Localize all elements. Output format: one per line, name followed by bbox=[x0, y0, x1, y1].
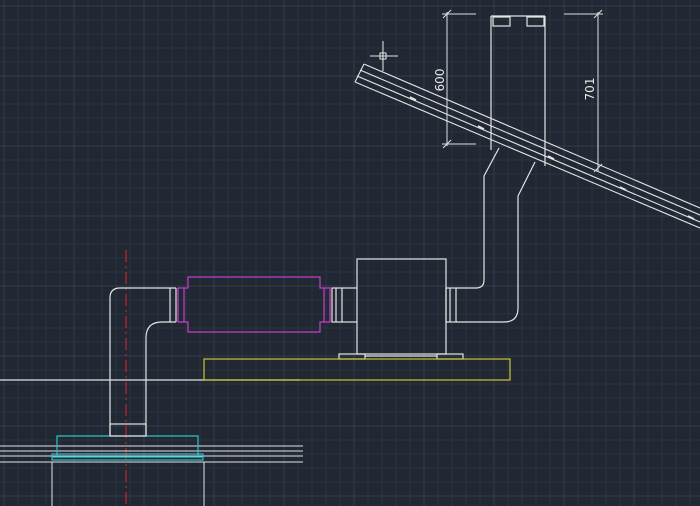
drawing-grid bbox=[0, 0, 700, 506]
lower-slab-lines bbox=[0, 445, 303, 506]
cad-drawing-canvas[interactable]: 600 701 bbox=[0, 0, 700, 506]
fan-unit bbox=[331, 258, 464, 360]
flexible-duct bbox=[177, 276, 331, 333]
duct-elbow bbox=[109, 287, 177, 437]
dimension-701-label: 701 bbox=[583, 78, 597, 101]
dimension-600-label: 600 bbox=[433, 69, 447, 92]
dimension-600 bbox=[442, 9, 476, 149]
crosshair-pickbox-icon bbox=[370, 41, 398, 71]
cad-model-viewport[interactable]: 600 701 bbox=[0, 0, 700, 506]
